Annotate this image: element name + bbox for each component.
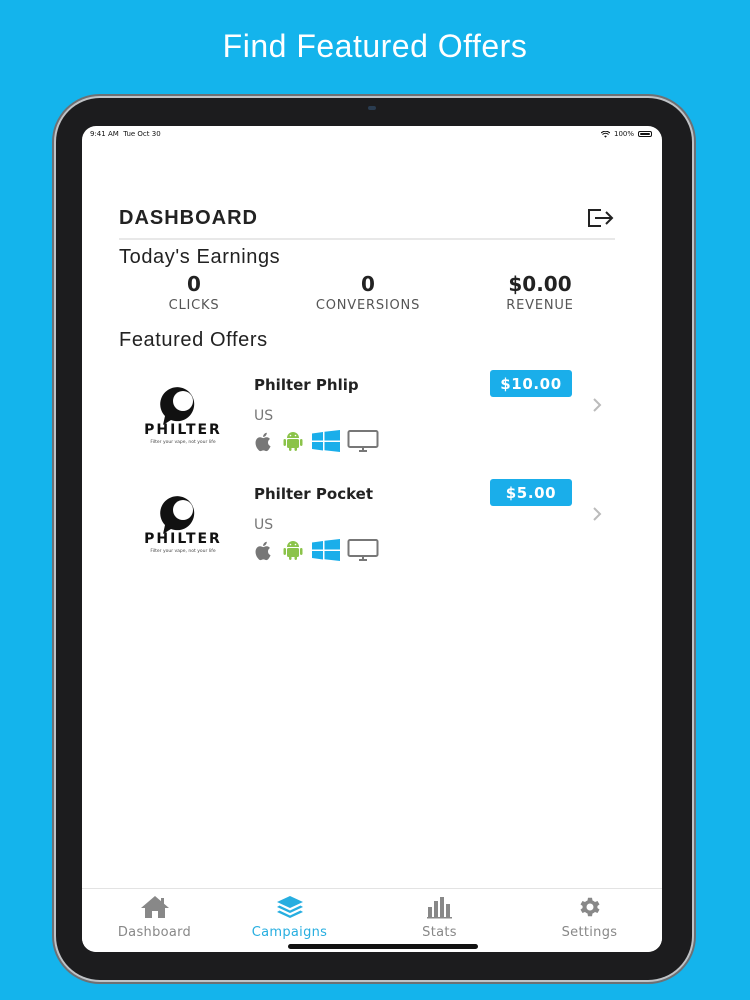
chevron-right-icon	[593, 398, 602, 412]
status-date: Tue Oct 30	[123, 130, 161, 138]
status-time: 9:41 AM	[90, 130, 119, 138]
stat-value: 0	[361, 272, 375, 296]
stat-clicks: 0 CLICKS	[119, 272, 269, 313]
desktop-icon	[347, 430, 379, 452]
offer-logo: PHILTER Filter your vape, not your life	[133, 485, 233, 557]
offer-name: Philter Pocket	[254, 485, 374, 503]
status-right: 100%	[600, 130, 652, 138]
stat-conversions: 0 CONVERSIONS	[293, 272, 443, 313]
status-time-date: 9:41 AM Tue Oct 30	[90, 130, 161, 138]
battery-icon	[638, 131, 652, 137]
offer-item[interactable]: PHILTER Filter your vape, not your life …	[119, 362, 619, 462]
logo-text: PHILTER	[144, 531, 222, 547]
offer-name: Philter Phlip	[254, 376, 359, 394]
dashboard-header: DASHBOARD	[119, 198, 615, 240]
camera	[368, 106, 376, 110]
stat-value: 0	[187, 272, 201, 296]
wifi-icon	[600, 130, 610, 138]
logo-text: PHILTER	[144, 422, 222, 438]
apple-icon	[255, 432, 271, 452]
tab-stats[interactable]: Stats	[367, 889, 512, 949]
earnings-stats: 0 CLICKS 0 CONVERSIONS $0.00 REVENUE	[119, 272, 615, 324]
layers-icon	[276, 896, 303, 918]
offer-logo: PHILTER Filter your vape, not your life	[133, 376, 233, 448]
philter-logo-icon: PHILTER Filter your vape, not your life	[144, 387, 222, 445]
tab-bar: Dashboard Campaigns Stats Settings	[82, 888, 662, 952]
bar-chart-icon	[426, 897, 452, 919]
logout-icon[interactable]	[585, 207, 615, 229]
android-icon	[283, 541, 303, 560]
earnings-title: Today's Earnings	[119, 246, 281, 268]
stat-value: $0.00	[508, 272, 572, 296]
tab-dashboard[interactable]: Dashboard	[82, 889, 227, 949]
stat-label: CONVERSIONS	[315, 298, 421, 313]
tab-label: Settings	[561, 925, 618, 940]
tab-settings[interactable]: Settings	[517, 889, 662, 949]
platform-icons	[253, 430, 379, 452]
gear-icon	[580, 897, 599, 917]
stat-label: CLICKS	[168, 298, 220, 313]
logo-tagline: Filter your vape, not your life	[150, 439, 215, 445]
offer-country: US	[254, 408, 274, 424]
offer-country: US	[254, 517, 274, 533]
platform-icons	[253, 539, 379, 561]
tab-campaigns[interactable]: Campaigns	[217, 889, 362, 949]
status-bar: 9:41 AM Tue Oct 30 100%	[90, 128, 652, 140]
philter-logo-icon: PHILTER Filter your vape, not your life	[144, 496, 222, 554]
promo-headline: Find Featured Offers	[222, 28, 528, 64]
battery-percent: 100%	[613, 130, 634, 138]
tablet-frame: 9:41 AM Tue Oct 30 100% DASHBOARD Today'…	[56, 98, 692, 980]
stat-revenue: $0.00 REVENUE	[465, 272, 615, 313]
tab-label: Stats	[422, 925, 457, 940]
home-indicator[interactable]	[288, 944, 478, 949]
price-badge: $5.00	[490, 479, 572, 506]
chevron-right-icon	[593, 507, 602, 521]
price-badge: $10.00	[490, 370, 572, 397]
windows-icon	[312, 430, 340, 452]
android-icon	[283, 432, 303, 451]
featured-offers-title: Featured Offers	[119, 329, 268, 351]
app-screen: 9:41 AM Tue Oct 30 100% DASHBOARD Today'…	[82, 126, 662, 952]
desktop-icon	[347, 539, 379, 561]
stat-label: REVENUE	[506, 298, 574, 313]
tab-label: Dashboard	[117, 925, 192, 940]
logo-tagline: Filter your vape, not your life	[150, 548, 215, 554]
offer-item[interactable]: PHILTER Filter your vape, not your life …	[119, 471, 619, 571]
home-icon	[140, 896, 169, 918]
tab-label: Campaigns	[251, 925, 328, 940]
windows-icon	[312, 539, 340, 561]
page-title: DASHBOARD	[119, 206, 258, 229]
apple-icon	[255, 541, 271, 561]
